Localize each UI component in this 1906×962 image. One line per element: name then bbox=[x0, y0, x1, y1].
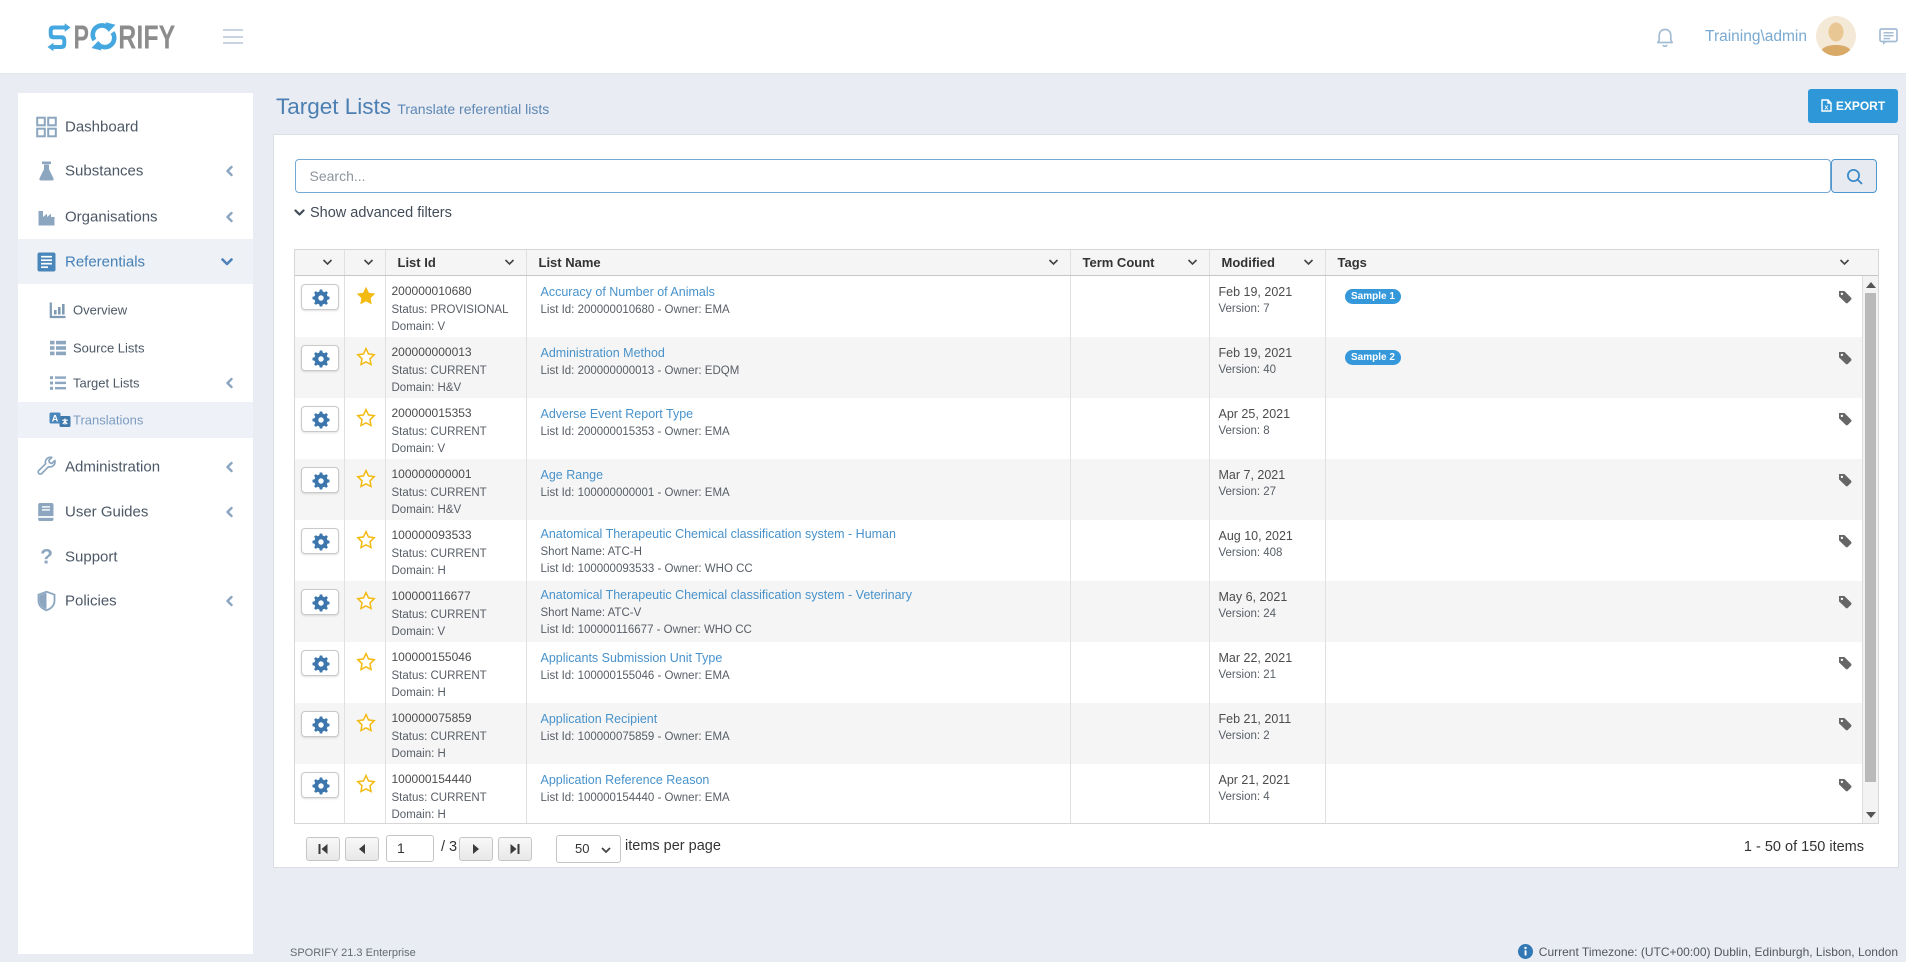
svg-text:RIFY: RIFY bbox=[118, 21, 175, 53]
svg-text:P: P bbox=[74, 21, 90, 53]
svg-text:A: A bbox=[52, 413, 59, 423]
svg-text:x: x bbox=[1824, 105, 1828, 112]
